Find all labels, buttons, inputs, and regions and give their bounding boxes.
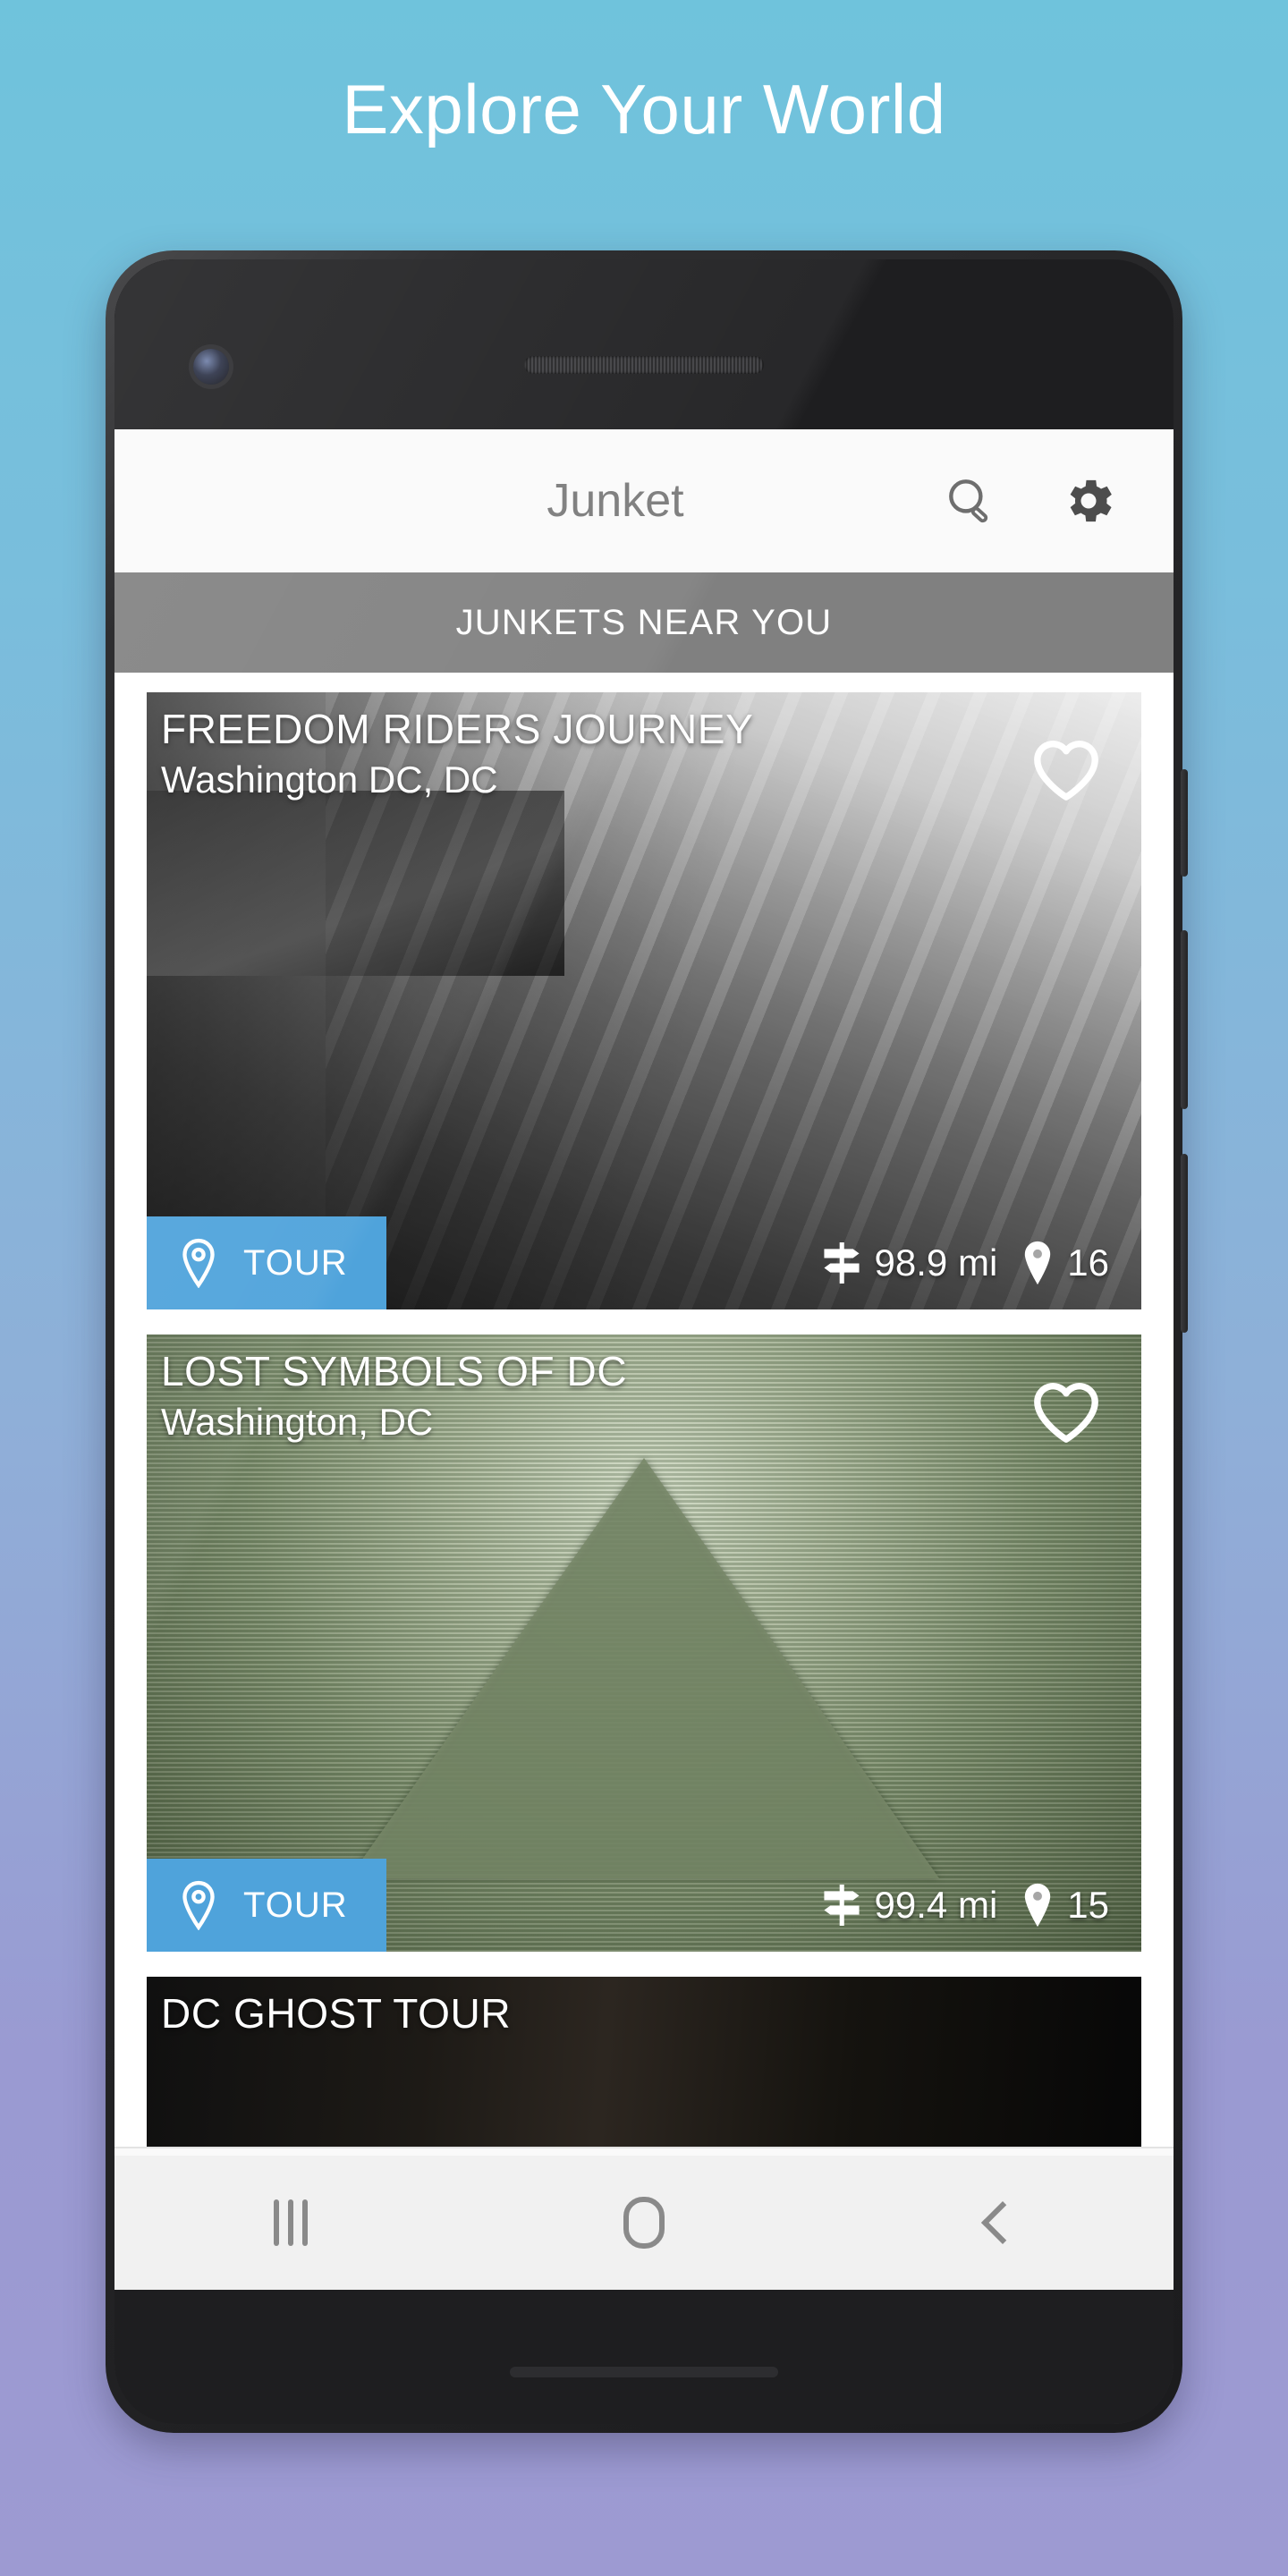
junket-card[interactable]: FREEDOM RIDERS JOURNEY Washington DC, DC: [147, 692, 1141, 1309]
tour-badge[interactable]: TOUR: [147, 1859, 386, 1952]
recents-button[interactable]: [224, 2178, 358, 2267]
distance-stat: 99.4 mi: [821, 1882, 998, 1928]
favorite-button[interactable]: [1029, 733, 1104, 808]
earpiece-speaker: [524, 356, 764, 374]
back-button[interactable]: [930, 2178, 1064, 2267]
distance-value: 99.4 mi: [874, 1884, 998, 1926]
home-pill-icon: [623, 2197, 665, 2249]
signpost-icon: [823, 1242, 860, 1284]
phone-top-bezel: [114, 259, 1174, 429]
junket-card[interactable]: LOST SYMBOLS OF DC Washington, DC TOUR 9…: [147, 1335, 1141, 1952]
gear-icon: [1070, 479, 1112, 522]
card-title: DC GHOST TOUR: [161, 1990, 512, 2037]
tour-badge-label: TOUR: [243, 1885, 348, 1925]
tour-badge-label: TOUR: [243, 1242, 348, 1283]
card-title: FREEDOM RIDERS JOURNEY: [161, 706, 754, 752]
distance-value: 98.9 mi: [874, 1241, 998, 1284]
card-subtitle: Washington, DC: [161, 1401, 434, 1443]
stops-value: 16: [1067, 1241, 1109, 1284]
stops-stat: 15: [1021, 1882, 1109, 1928]
app-title: Junket: [547, 475, 684, 527]
card-subtitle: Washington DC, DC: [161, 758, 498, 801]
card-footer: TOUR 99.4 mi 15: [147, 1859, 1141, 1952]
heart-outline-icon: [1034, 1383, 1098, 1443]
bottom-speaker: [510, 2367, 778, 2377]
stops-stat: 16: [1021, 1240, 1109, 1286]
search-icon: [949, 479, 988, 523]
heart-outline-icon: [1034, 741, 1098, 801]
back-chevron-icon: [980, 2200, 1024, 2245]
stops-value: 15: [1067, 1884, 1109, 1926]
side-button-power[interactable]: [1181, 1154, 1188, 1333]
tour-badge[interactable]: TOUR: [147, 1216, 386, 1309]
recents-icon: [274, 2199, 309, 2246]
side-button-mute[interactable]: [1181, 769, 1188, 877]
card-title: LOST SYMBOLS OF DC: [161, 1348, 628, 1394]
side-button-volume[interactable]: [1181, 930, 1188, 1109]
page-title: Explore Your World: [342, 70, 946, 148]
front-camera-icon: [193, 349, 229, 385]
section-header: JUNKETS NEAR YOU: [114, 572, 1174, 673]
distance-stat: 98.9 mi: [821, 1240, 998, 1286]
card-footer: TOUR 98.9 mi 16: [147, 1216, 1141, 1309]
favorite-button[interactable]: [1029, 1376, 1104, 1450]
junket-card[interactable]: DC GHOST TOUR: [147, 1977, 1141, 2147]
signpost-icon: [823, 1885, 860, 1926]
home-button[interactable]: [577, 2178, 711, 2267]
app-screen: Junket JUNKETS NEAR YOU FREEDOM RIDERS J…: [114, 429, 1174, 2290]
junket-list[interactable]: FREEDOM RIDERS JOURNEY Washington DC, DC: [114, 673, 1174, 2290]
map-pin-outline-icon: [182, 1880, 215, 1930]
app-bar: Junket: [114, 429, 1174, 572]
settings-button[interactable]: [1055, 468, 1122, 534]
map-pin-outline-icon: [182, 1238, 215, 1288]
map-pin-icon: [1025, 1241, 1051, 1285]
search-button[interactable]: [937, 468, 1004, 534]
phone-bottom-bezel: [114, 2290, 1174, 2424]
section-header-label: JUNKETS NEAR YOU: [455, 602, 833, 642]
map-pin-icon: [1025, 1883, 1051, 1928]
phone-mockup: Junket JUNKETS NEAR YOU FREEDOM RIDERS J…: [106, 250, 1188, 2433]
android-system-bar: [114, 2156, 1174, 2290]
